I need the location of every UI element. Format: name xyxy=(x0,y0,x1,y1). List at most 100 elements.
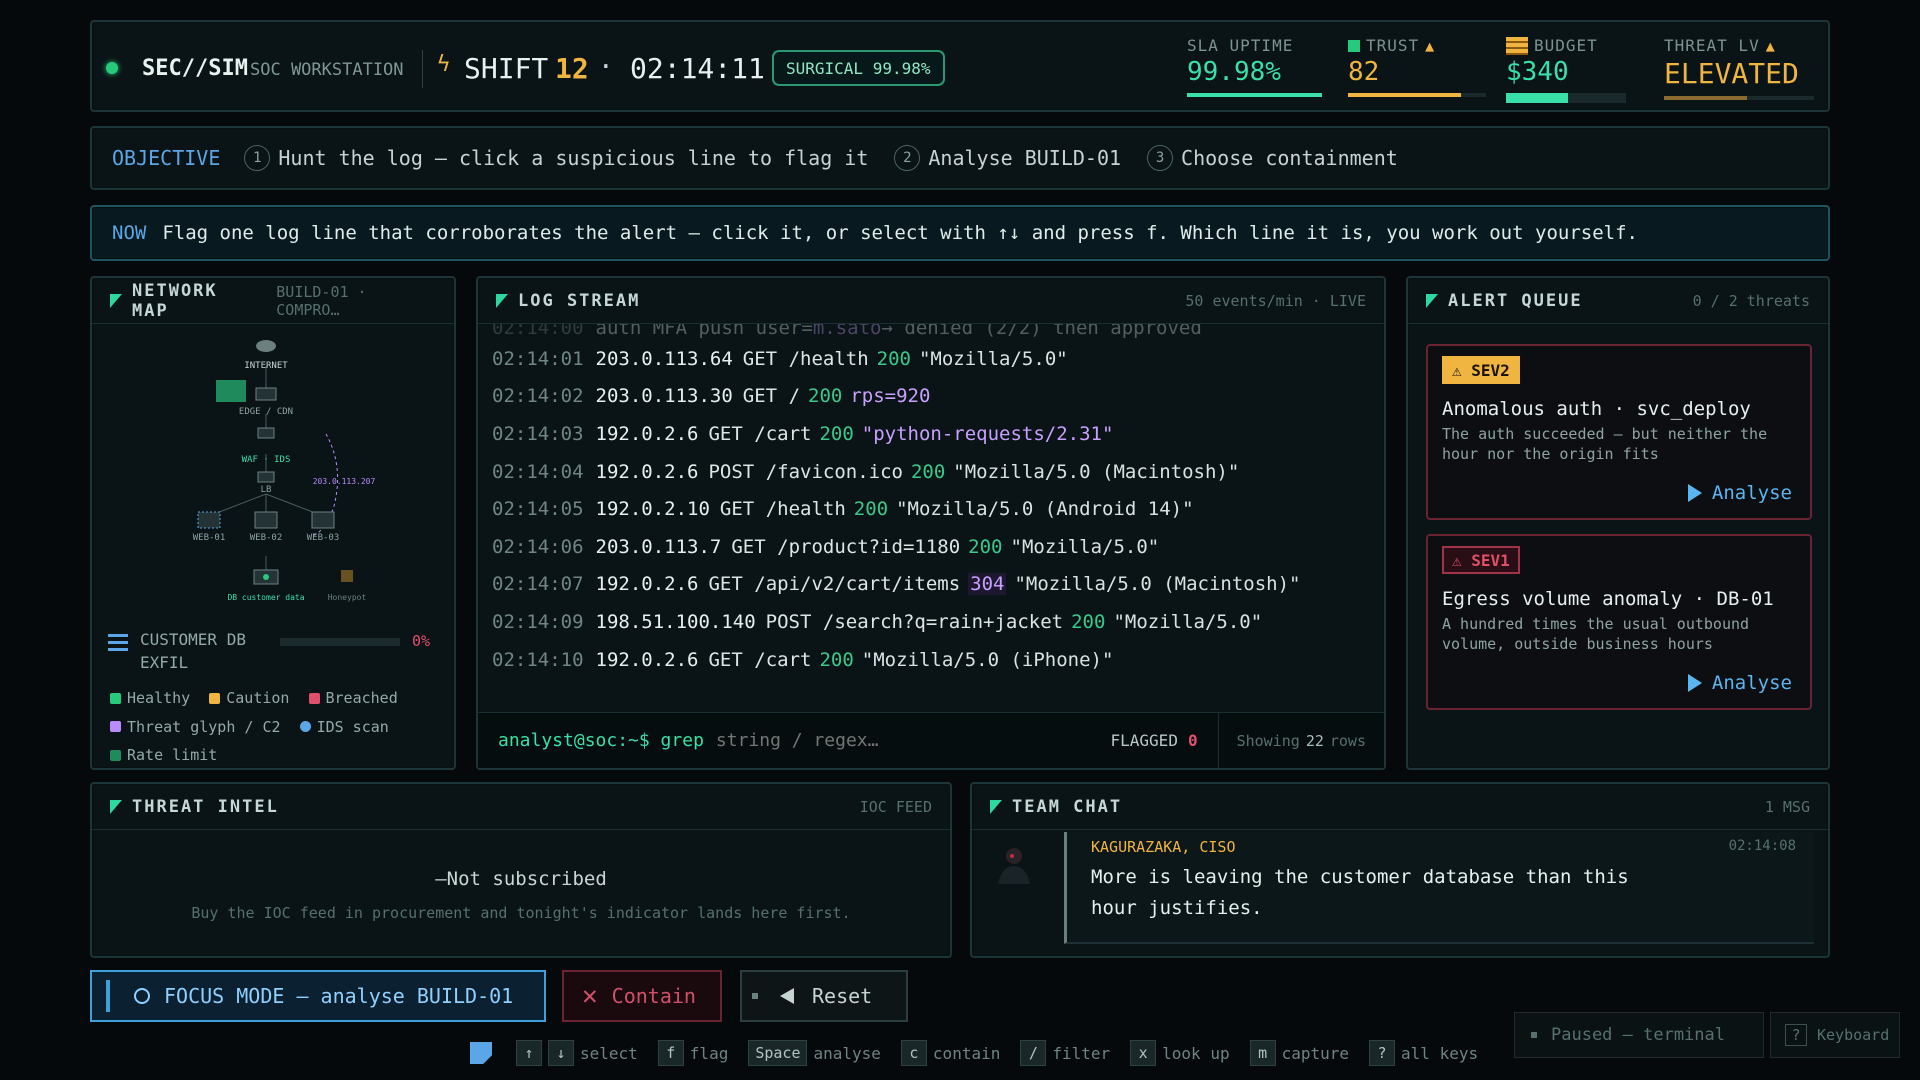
lb-node[interactable]: LB xyxy=(257,471,275,495)
log-path: /favicon.ico xyxy=(765,460,903,483)
dot-icon xyxy=(752,993,758,999)
flag-icon xyxy=(990,799,1002,814)
contain-button[interactable]: ✕ Contain xyxy=(562,970,722,1022)
flag-logo-icon xyxy=(470,1042,492,1064)
key-hint: c contain xyxy=(900,1040,1001,1066)
warning-icon: ▲ xyxy=(1765,36,1776,55)
log-ip: 203.0.113.64 xyxy=(595,347,733,370)
objective-step: 1 Hunt the log — click a suspicious line … xyxy=(244,145,868,171)
log-line[interactable]: 02:14:04 192.0.2.6 POST /favicon.ico 200 "Mo… xyxy=(492,453,1370,491)
subscription-hint: Buy the IOC feed in procurement and toni… xyxy=(191,904,851,922)
log-method: GET xyxy=(742,385,778,408)
analyse-button[interactable]: Analyse xyxy=(1687,482,1792,504)
db-node[interactable]: DB customer data xyxy=(227,569,305,602)
log-line[interactable]: 02:14:10 192.0.2.6 GET /cart 200 "Mozilla/5.… xyxy=(492,641,1370,679)
button-label: Contain xyxy=(611,984,696,1008)
key-hint-label: all keys xyxy=(1401,1043,1479,1063)
message-count: 1 MSG xyxy=(1764,797,1810,816)
node-label: WEB-02 xyxy=(250,533,283,543)
sev2-badge: ⚠ SEV2 xyxy=(1442,356,1520,384)
shift-label: SHIFT xyxy=(464,52,549,85)
lightning-icon: ϟ xyxy=(437,52,451,77)
log-line[interactable]: 02:14:06 203.0.113.7 GET /product?id=1180 2… xyxy=(492,528,1370,566)
threat-ip-label: 203.0.113.207 xyxy=(313,477,376,486)
node-label: WEB-01 xyxy=(193,533,226,543)
exfil-percent: 0% xyxy=(412,632,431,650)
flag-icon xyxy=(110,293,122,308)
reset-button[interactable]: Reset xyxy=(740,970,908,1022)
legend-item: Rate limit xyxy=(110,741,217,769)
edge-node[interactable]: EDGE / CDN xyxy=(216,380,293,417)
trust-value: 82 xyxy=(1348,57,1380,87)
log-status: 200 xyxy=(1071,610,1106,633)
log-user-agent: "Mozilla/5.0 (Android 14)" xyxy=(896,498,1194,521)
log-line[interactable]: 02:14:00 auth MFA push user= m.sato → den… xyxy=(492,324,1370,340)
threat-value: ELEVATED xyxy=(1664,57,1799,90)
web-02-node[interactable]: WEB-02 xyxy=(250,511,283,543)
alert-title: Anomalous auth · svc_deploy xyxy=(1442,398,1751,420)
log-line[interactable]: 02:14:02 203.0.113.30 GET / 200 rps=920 xyxy=(492,378,1370,416)
log-timestamp: 02:14:02 xyxy=(492,385,584,408)
log-method: GET xyxy=(708,648,743,671)
alert-desc: The auth succeeded — but neither the hou… xyxy=(1442,425,1768,463)
key-cap: f xyxy=(657,1040,684,1066)
app-subtitle: SOC WORKSTATION xyxy=(250,60,404,80)
budget-value: $340 xyxy=(1506,57,1569,87)
log-method: GET xyxy=(708,422,743,445)
log-line[interactable]: 02:14:05 192.0.2.10 GET /health 200 "Mozilla… xyxy=(492,490,1370,528)
keyboard-button[interactable]: ? Keyboard xyxy=(1770,1012,1900,1058)
trust-label: TRUST xyxy=(1366,36,1420,55)
log-path: /search?q=rain+jacket xyxy=(822,610,1064,633)
log-method: POST xyxy=(708,460,755,483)
legend-item: Caution xyxy=(209,684,289,712)
keyboard-label: Keyboard xyxy=(1817,1026,1890,1044)
log-user-agent: "Mozilla/5.0" xyxy=(1010,535,1160,558)
chat-message: KAGURAZAKA, CISO 02:14:08 More is leavin… xyxy=(1064,832,1814,944)
log-line[interactable]: 02:14:09 198.51.100.140 POST /search?q=rai… xyxy=(492,603,1370,641)
internet-node[interactable]: INTERNET xyxy=(244,340,288,371)
step-number: 3 xyxy=(1147,145,1174,171)
paused-status[interactable]: Paused — terminal xyxy=(1514,1012,1764,1058)
web-03-node[interactable]: WEB-03 xyxy=(307,511,340,543)
key-hint-label: filter xyxy=(1052,1043,1111,1063)
dot-icon xyxy=(1531,1032,1537,1038)
log-path: /health xyxy=(788,347,869,370)
log-path: /api/v2/cart/items xyxy=(754,573,961,596)
honeypot-node[interactable]: Honeypot xyxy=(328,570,367,602)
budget-label: BUDGET xyxy=(1534,36,1598,55)
log-line[interactable]: 02:14:07 192.0.2.6 GET /api/v2/cart/items 3… xyxy=(492,566,1370,604)
alert-desc: A hundred times the usual outbound volum… xyxy=(1442,615,1750,653)
node-label: EDGE / CDN xyxy=(239,407,293,417)
trust-square-icon xyxy=(1348,39,1360,52)
waf-node[interactable]: WAF · IDS xyxy=(242,427,291,465)
log-timestamp: 02:14:01 xyxy=(492,347,584,370)
log-path: /cart xyxy=(754,648,812,671)
focus-mode-button[interactable]: FOCUS MODE — analyse BUILD-01 xyxy=(90,970,546,1022)
alert-queue-panel: ALERT QUEUE 0 / 2 threats ⚠ SEV2 Anomalo… xyxy=(1406,276,1830,770)
web-01-node[interactable]: WEB-01 xyxy=(193,511,226,543)
alert-card[interactable]: ⚠ SEV2 Anomalous auth · svc_deploy The a… xyxy=(1426,344,1812,520)
log-ip: 198.51.100.140 xyxy=(595,610,756,633)
key-hint-label: analyse xyxy=(813,1043,881,1063)
subscription-status: —Not subscribed xyxy=(435,868,607,890)
trust-stat: TRUST ▲ 82 xyxy=(1348,36,1486,97)
key-hint-label: contain xyxy=(932,1043,1001,1063)
grep-input[interactable] xyxy=(715,730,986,751)
budget-stat: BUDGET $340 xyxy=(1506,36,1626,103)
key-hint: x look up xyxy=(1130,1040,1230,1066)
log-status: 304 xyxy=(968,573,1007,596)
analyse-button[interactable]: Analyse xyxy=(1687,672,1792,694)
log-line[interactable]: 02:14:01 203.0.113.64 GET /health 200 "Mozil… xyxy=(492,340,1370,378)
log-timestamp: 02:14:10 xyxy=(492,648,584,671)
network-diagram[interactable]: INTERNET EDGE / CDN WAF · IDS LB 203.0.1… xyxy=(94,326,454,616)
log-path: /cart xyxy=(754,422,812,445)
log-method: GET xyxy=(731,535,766,558)
alert-card[interactable]: ⚠ SEV1 Egress volume anomaly · DB-01 A h… xyxy=(1426,534,1812,710)
log-line[interactable]: 02:14:03 192.0.2.6 GET /cart 200 "python-req… xyxy=(492,415,1370,453)
flagged-counter: FLAGGED 0 xyxy=(1111,713,1219,768)
log-path: /health xyxy=(765,498,846,521)
log-timestamp: 02:14:04 xyxy=(492,460,584,483)
panel-subtitle: BUILD-01 · COMPRO… xyxy=(276,282,367,319)
step-text: Hunt the log — click a suspicious line t… xyxy=(278,146,869,170)
panel-title: TEAM CHAT xyxy=(1012,796,1123,817)
